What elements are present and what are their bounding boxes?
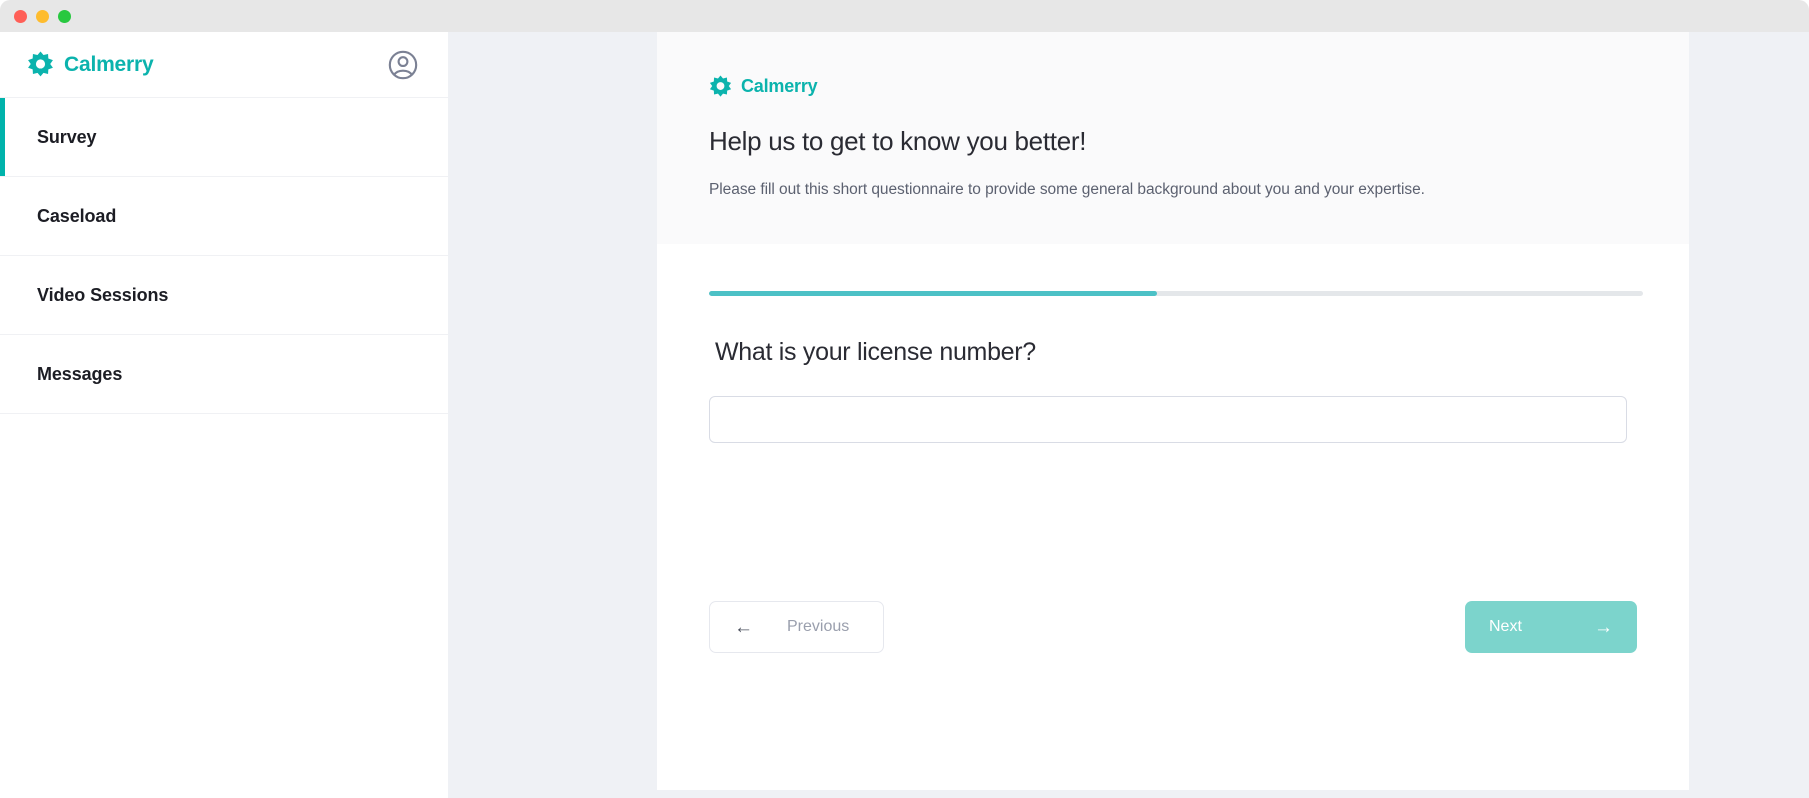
sidebar-item-messages[interactable]: Messages [0,335,448,414]
card-brand-name: Calmerry [741,76,818,96]
arrow-right-icon: → [1594,616,1613,638]
page-title: Help us to get to know you better! [709,126,1087,156]
next-button-label: Next [1489,618,1522,635]
sidebar-item-caseload[interactable]: Caseload [0,177,448,256]
card-brand: Calmerry [709,75,1637,98]
license-number-input[interactable] [709,396,1627,443]
page-subtitle: Please fill out this short questionnaire… [709,181,1425,198]
calmerry-flower-icon [709,75,732,97]
arrow-left-icon: ← [734,616,753,638]
sidebar-nav: Survey Caseload Video Sessions Messages [0,97,448,414]
traffic-lights [14,9,71,23]
survey-card-body: What is your license number? [657,291,1689,443]
sidebar-brand[interactable]: Calmerry [27,51,154,78]
minimize-window-button[interactable] [36,9,49,23]
survey-progress-bar [709,291,1643,296]
window-body: Calmerry Survey Caseload Video Sessions [0,32,1809,798]
survey-question: What is your license number? [715,338,1036,366]
previous-button-label: Previous [787,618,850,635]
sidebar-item-survey[interactable]: Survey [0,98,448,177]
sidebar-item-label: Survey [37,126,97,147]
calmerry-flower-icon [28,51,53,77]
app-window: Calmerry Survey Caseload Video Sessions [0,0,1809,798]
sidebar-item-label: Caseload [37,205,117,226]
sidebar: Calmerry Survey Caseload Video Sessions [0,32,448,798]
sidebar-brand-name: Calmerry [64,52,154,76]
user-circle-icon[interactable] [386,48,420,82]
close-window-button[interactable] [14,9,27,23]
zoom-window-button[interactable] [58,9,71,23]
survey-progress-fill [709,291,1158,296]
sidebar-item-label: Video Sessions [37,284,169,305]
next-button[interactable]: Next → [1465,601,1637,653]
window-titlebar [0,0,1809,32]
survey-card: Calmerry Help us to get to know you bett… [657,32,1689,790]
main-stage: Calmerry Help us to get to know you bett… [448,32,1809,798]
sidebar-item-video-sessions[interactable]: Video Sessions [0,256,448,335]
survey-card-header: Calmerry Help us to get to know you bett… [657,32,1689,244]
previous-button[interactable]: ← Previous [709,601,884,653]
sidebar-item-label: Messages [37,363,123,384]
survey-card-footer: ← Previous Next → [657,601,1689,715]
sidebar-header: Calmerry [0,32,448,97]
